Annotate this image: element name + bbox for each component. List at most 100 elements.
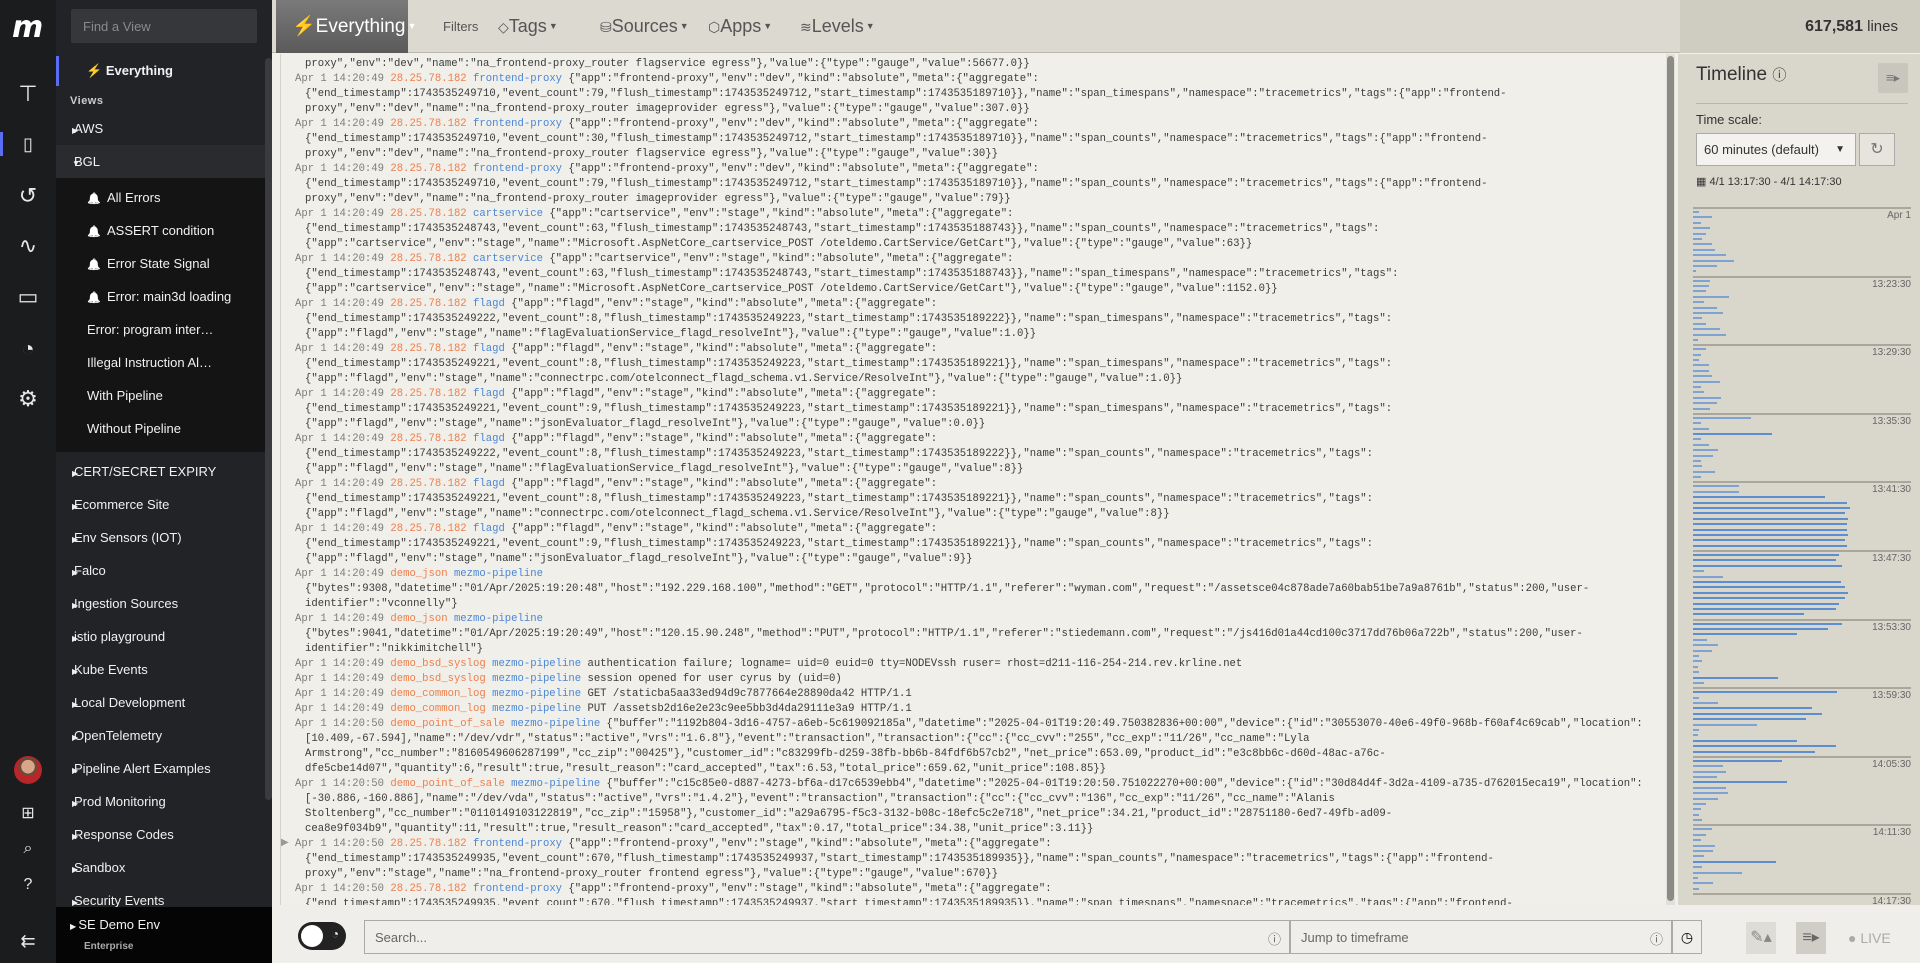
sidebar-item[interactable]: Error: program inter… (56, 313, 266, 346)
timeline-bar[interactable] (1693, 712, 1822, 715)
log-line-continuation[interactable]: {"end_timestamp":1743535249710,"event_co… (281, 87, 1668, 102)
sidebar-item[interactable]: Without Pipeline (56, 412, 266, 445)
avatar[interactable] (14, 756, 42, 784)
timeline-bar[interactable] (1693, 454, 1714, 457)
sidebar-item[interactable]: Illegal Instruction Al… (56, 346, 266, 379)
sidebar-item[interactable]: ▼BGL (56, 145, 266, 178)
log-app[interactable]: flagd (473, 388, 505, 400)
sidebar-item-everything[interactable]: ⚡ Everything (56, 56, 266, 86)
log-scrollbar[interactable] (1666, 54, 1675, 905)
sidebar-item[interactable]: ▶Env Sensors (IOT) (56, 521, 266, 554)
timeline-bar[interactable] (1693, 660, 1703, 663)
timeline-bar[interactable] (1693, 770, 1726, 773)
timeline-bar[interactable] (1693, 850, 1714, 852)
timeline-bar[interactable] (1693, 839, 1701, 842)
collapse-icon[interactable]: ⇇ (14, 927, 42, 955)
log-line-header[interactable]: Apr 1 14:20:49 demo_json mezmo-pipeline (281, 612, 1668, 627)
tools-button[interactable]: ✎▴ (1746, 922, 1776, 954)
timeline-bar[interactable] (1693, 391, 1704, 394)
log-app[interactable]: flagd (473, 343, 505, 355)
log-app[interactable]: mezmo-pipeline (511, 718, 600, 730)
timeline-bar[interactable] (1693, 786, 1726, 789)
log-app[interactable]: frontend-proxy (473, 883, 562, 895)
log-line-continuation[interactable]: {"end_timestamp":1743535248743,"event_co… (281, 267, 1668, 282)
log-line-header[interactable]: Apr 1 14:20:49 28.25.78.182 frontend-pro… (281, 72, 1668, 87)
sidebar-item[interactable]: 🔔 Error: main3d loading (56, 280, 266, 313)
log-source[interactable]: demo_point_of_sale (390, 718, 504, 730)
help-icon[interactable]: ⓘ (1772, 67, 1786, 83)
timeline-bar[interactable] (1693, 776, 1717, 778)
timeline-histogram[interactable]: Apr 1 13:23:30 13:29:30 13:35:30 13:41:30 13:… (1678, 207, 1920, 907)
account-switcher[interactable]: ▶ SE Demo Env Enterprise (56, 907, 272, 963)
timeline-bar[interactable] (1693, 364, 1709, 367)
log-line-continuation[interactable]: {"app":"cartservice","env":"stage","name… (281, 237, 1668, 252)
log-line-header[interactable]: Apr 1 14:20:50 demo_point_of_sale mezmo-… (281, 777, 1668, 792)
log-line-continuation[interactable]: proxy","env":"dev","name":"na_frontend-p… (281, 57, 1668, 72)
timeline-bar[interactable] (1693, 628, 1829, 630)
timeline-bar[interactable] (1693, 696, 1700, 699)
timeline-bar[interactable] (1693, 866, 1703, 869)
log-line-continuation[interactable]: {"app":"flagd","env":"stage","name":"jso… (281, 417, 1668, 432)
log-line-continuation[interactable]: {"end_timestamp":1743535249935,"event_co… (281, 852, 1668, 867)
levels-filter[interactable]: ≋Levels ▼ (800, 0, 875, 54)
timeline-bar[interactable] (1693, 470, 1715, 473)
log-line-continuation[interactable]: proxy","env":"dev","name":"na_frontend-p… (281, 102, 1668, 117)
log-line-header[interactable]: Apr 1 14:20:49 demo_common_log mezmo-pip… (281, 687, 1668, 702)
log-line-header[interactable]: Apr 1 14:20:50 28.25.78.182 frontend-pro… (281, 837, 1668, 852)
timeline-bar[interactable] (1693, 359, 1700, 361)
add-screen-icon[interactable]: ⊞ (14, 799, 42, 827)
log-line-continuation[interactable]: {"end_timestamp":1743535249221,"event_co… (281, 402, 1668, 417)
sidebar-item[interactable]: ▶Ecommerce Site (56, 488, 266, 521)
log-line-continuation[interactable]: identifier":"nikkimitchell"} (281, 642, 1668, 657)
log-source[interactable]: demo_common_log (390, 703, 485, 715)
log-app[interactable]: flagd (473, 298, 505, 310)
timeline-bar[interactable] (1693, 682, 1704, 684)
timeline-bar[interactable] (1693, 739, 1797, 742)
help-icon[interactable]: ? (14, 871, 42, 899)
help-icon[interactable]: ⓘ (1268, 929, 1281, 948)
log-app[interactable]: mezmo-pipeline (492, 688, 581, 700)
timeline-bar[interactable] (1693, 348, 1706, 351)
view-selector-button[interactable]: ⚡Everything ▼ (276, 0, 416, 53)
log-source[interactable]: 28.25.78.182 (390, 73, 466, 85)
sidebar-scrollbar[interactable] (265, 58, 272, 800)
timeline-bar[interactable] (1693, 386, 1701, 388)
log-line-header[interactable]: Apr 1 14:20:49 28.25.78.182 frontend-pro… (281, 162, 1668, 177)
log-line-header[interactable]: Apr 1 14:20:49 demo_json mezmo-pipeline (281, 567, 1668, 582)
apps-filter[interactable]: ⬡Apps ▼ (708, 0, 772, 54)
log-app[interactable]: frontend-proxy (473, 163, 562, 175)
timeline-bar[interactable] (1693, 443, 1709, 446)
sidebar-item[interactable]: ▶Local Development (56, 686, 266, 719)
timeline-bar[interactable] (1693, 407, 1711, 410)
log-app[interactable]: mezmo-pipeline (492, 658, 581, 670)
timeline-bar[interactable] (1693, 765, 1723, 768)
timeline-bar[interactable] (1693, 860, 1777, 863)
log-line-continuation[interactable]: {"end_timestamp":1743535249221,"event_co… (281, 537, 1668, 552)
timeline-bar[interactable] (1693, 819, 1703, 822)
timeline-bar[interactable] (1693, 813, 1700, 816)
timeline-bar[interactable] (1693, 402, 1717, 405)
timeline-bar[interactable] (1693, 871, 1742, 874)
log-line-continuation[interactable]: cea8e9f034b9","quantity":11,"result":tru… (281, 822, 1668, 837)
timeline-bar[interactable] (1693, 544, 1847, 547)
log-line-continuation[interactable]: {"end_timestamp":1743535249221,"event_co… (281, 357, 1668, 372)
find-view-input[interactable]: Find a View (71, 9, 257, 43)
log-source[interactable]: 28.25.78.182 (390, 298, 466, 310)
timeline-bar[interactable] (1693, 729, 1700, 731)
log-app[interactable]: frontend-proxy (473, 73, 562, 85)
search-icon[interactable]: ⌕ (14, 835, 42, 863)
sources-filter[interactable]: ⛁Sources ▼ (600, 0, 689, 54)
log-line-header[interactable]: Apr 1 14:20:49 28.25.78.182 flagd {"app"… (281, 342, 1668, 357)
timeline-bar[interactable] (1693, 781, 1788, 784)
log-line-header[interactable]: Apr 1 14:20:49 28.25.78.182 flagd {"app"… (281, 297, 1668, 312)
timeline-bar[interactable] (1693, 227, 1711, 230)
log-app[interactable]: mezmo-pipeline (511, 778, 600, 790)
timeline-bar[interactable] (1693, 750, 1816, 753)
timeline-bar[interactable] (1693, 844, 1715, 847)
log-source[interactable]: 28.25.78.182 (390, 883, 466, 895)
timeline-bar[interactable] (1693, 396, 1722, 399)
mezmo-logo[interactable]: m (12, 10, 43, 45)
log-source[interactable]: demo_bsd_syslog (390, 673, 485, 685)
log-line-header[interactable]: Apr 1 14:20:49 demo_bsd_syslog mezmo-pip… (281, 672, 1668, 687)
timeline-bar[interactable] (1693, 570, 1704, 573)
